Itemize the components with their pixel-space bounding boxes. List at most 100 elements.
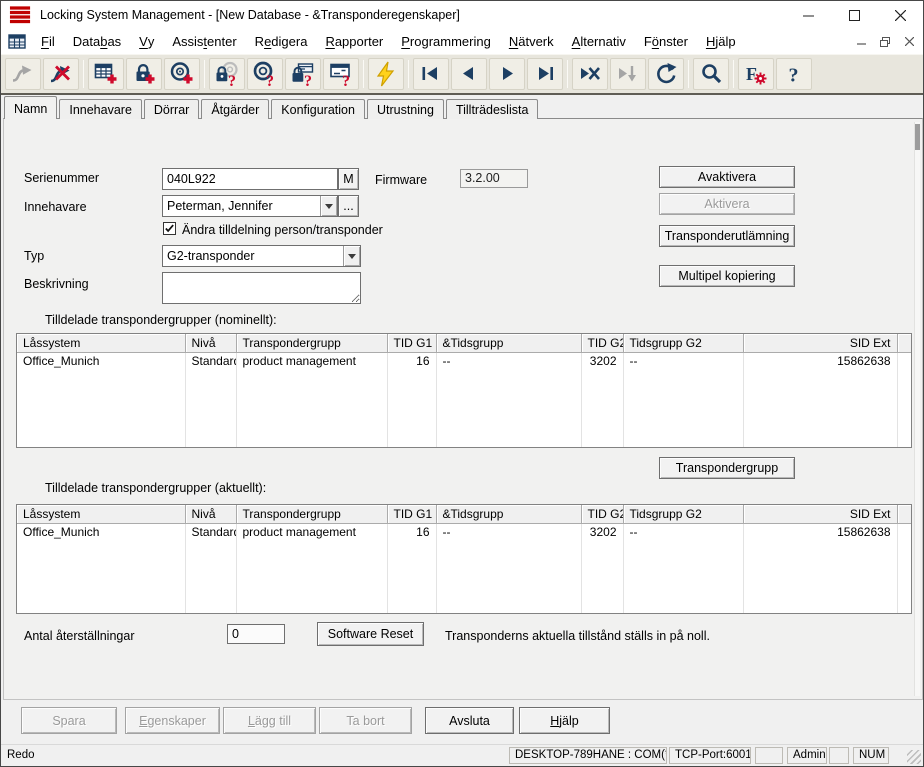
- column-header[interactable]: Nivå: [185, 505, 237, 524]
- toolbar-separator: [83, 60, 84, 88]
- transponder-handout-button[interactable]: Transponderutlämning: [659, 225, 795, 247]
- tab-innehavare[interactable]: Innehavare: [59, 99, 142, 119]
- description-input[interactable]: [162, 272, 361, 304]
- deactivate-button[interactable]: Avaktivera: [659, 166, 795, 188]
- search-button[interactable]: [693, 58, 729, 90]
- help-button[interactable]: ?: [776, 58, 812, 90]
- previous-record-button[interactable]: [451, 58, 487, 90]
- column-header[interactable]: SID Ext: [743, 334, 898, 353]
- menu-fil[interactable]: Fil: [32, 29, 64, 54]
- minimize-button[interactable]: [785, 1, 831, 29]
- table-cell: [897, 437, 911, 447]
- table-cell: [236, 540, 388, 557]
- help-dialog-button[interactable]: Hjälp: [519, 707, 610, 734]
- menu-fönster[interactable]: Fö nster: [635, 29, 697, 54]
- tab-dörrar[interactable]: Dörrar: [143, 99, 200, 119]
- mdi-close-button[interactable]: [901, 35, 917, 49]
- table-cell: [185, 557, 237, 574]
- tab-namn[interactable]: Namn: [4, 96, 58, 119]
- column-header[interactable]: Låssystem: [17, 334, 186, 353]
- owner-label: Innehavare: [24, 200, 87, 214]
- nominal-groups-table[interactable]: Låssystem Nivå Transpondergrupp TID G1 &Tids…: [16, 333, 912, 448]
- tab-utrustning[interactable]: Utrustning: [366, 99, 444, 119]
- column-header[interactable]: &Tidsgrupp: [436, 334, 582, 353]
- serial-number-label: Serienummer: [24, 171, 100, 185]
- menu-assistenter[interactable]: Assis t enter: [163, 29, 245, 54]
- logout-button[interactable]: [43, 58, 79, 90]
- column-header[interactable]: Låssystem: [17, 505, 186, 524]
- read-transponder-button[interactable]: ?: [247, 58, 283, 90]
- read-lock-button[interactable]: ?: [209, 58, 245, 90]
- chevron-down-icon[interactable]: [320, 196, 337, 216]
- last-record-button[interactable]: [527, 58, 563, 90]
- read-lock-net-button[interactable]: ?: [285, 58, 321, 90]
- last-record-icon: [539, 67, 553, 80]
- menu-redigera[interactable]: Re digera: [246, 29, 317, 54]
- column-header[interactable]: TID G2: [581, 505, 624, 524]
- program-button[interactable]: [368, 58, 404, 90]
- mdi-restore-button[interactable]: [877, 35, 893, 49]
- refresh-button[interactable]: [648, 58, 684, 90]
- actual-groups-table[interactable]: Låssystem Nivå Transpondergrupp TID G1 &Tids…: [16, 504, 912, 614]
- scrollbar-thumb[interactable]: [915, 124, 920, 150]
- owner-select[interactable]: Peterman, Jennifer: [162, 195, 338, 217]
- multiple-copy-button[interactable]: Multipel kopiering: [659, 265, 795, 287]
- new-lock-button[interactable]: [126, 58, 162, 90]
- toolbar-separator: [204, 60, 205, 88]
- table-row[interactable]: Office_Munich Standard product management 1…: [17, 523, 911, 540]
- delete-record-button[interactable]: [572, 58, 608, 90]
- m-button[interactable]: M: [338, 168, 359, 190]
- read-window-button[interactable]: ?: [323, 58, 359, 90]
- menu-hjälp[interactable]: Hjälp: [697, 29, 745, 54]
- serial-number-input[interactable]: [162, 168, 338, 190]
- table-cell: [387, 437, 437, 447]
- column-header[interactable]: [897, 505, 911, 524]
- mdi-window-controls: [853, 35, 917, 49]
- menu-rapporter[interactable]: Rapporter: [316, 29, 392, 54]
- close-dialog-button[interactable]: Avsluta: [425, 707, 514, 734]
- table-cell: [436, 574, 582, 591]
- status-bar: Redo DESKTOP-789HANE : COM(*) TCP-Port:60…: [1, 744, 923, 766]
- column-header[interactable]: TID G1: [387, 334, 437, 353]
- new-locking-system-button[interactable]: [88, 58, 124, 90]
- change-assignment-checkbox[interactable]: [163, 222, 176, 235]
- filter-settings-button[interactable]: F: [738, 58, 774, 90]
- table-cell: [387, 420, 437, 437]
- menu-programmering[interactable]: Programmering: [392, 29, 500, 54]
- first-record-button[interactable]: [413, 58, 449, 90]
- table-cell: [387, 540, 437, 557]
- column-header[interactable]: [897, 334, 911, 353]
- table-cell: [581, 557, 624, 574]
- table-row[interactable]: Office_Munich Standard product management 1…: [17, 352, 911, 369]
- vertical-scrollbar[interactable]: [914, 122, 920, 696]
- mdi-minimize-button[interactable]: [853, 35, 869, 49]
- maximize-button[interactable]: [831, 1, 877, 29]
- column-header[interactable]: &Tidsgrupp: [436, 505, 582, 524]
- tab-tillträdeslista[interactable]: Tillträdeslista: [445, 99, 539, 119]
- table-cell: [743, 420, 898, 437]
- column-header[interactable]: TID G2: [581, 334, 624, 353]
- menu-nätverk[interactable]: Nätverk: [500, 29, 563, 54]
- column-header[interactable]: Transpondergrupp: [236, 505, 388, 524]
- software-reset-button[interactable]: Software Reset: [317, 622, 424, 646]
- transponder-group-button[interactable]: Transpondergrupp: [659, 457, 795, 479]
- resize-grip[interactable]: [907, 750, 921, 764]
- column-header[interactable]: Tidsgrupp G2: [623, 505, 744, 524]
- tab-konfiguration[interactable]: Konfiguration: [271, 99, 365, 119]
- new-transponder-button[interactable]: [164, 58, 200, 90]
- column-header[interactable]: Transpondergrupp: [236, 334, 388, 353]
- menu-databas[interactable]: Data b as: [64, 29, 130, 54]
- menu-vy[interactable]: Vy: [130, 29, 163, 54]
- reset-count-input[interactable]: [227, 624, 285, 644]
- type-select[interactable]: G2-transponder: [162, 245, 361, 267]
- chevron-down-icon[interactable]: [343, 246, 360, 266]
- close-button[interactable]: [877, 1, 923, 29]
- column-header[interactable]: Tidsgrupp G2: [623, 334, 744, 353]
- column-header[interactable]: Nivå: [185, 334, 237, 353]
- column-header[interactable]: TID G1: [387, 505, 437, 524]
- menu-alternativ[interactable]: Alternativ: [563, 29, 635, 54]
- next-record-button[interactable]: [489, 58, 525, 90]
- browse-owner-button[interactable]: ...: [338, 195, 359, 217]
- tab-åtgärder[interactable]: Åtgärder: [201, 99, 270, 119]
- column-header[interactable]: SID Ext: [743, 505, 898, 524]
